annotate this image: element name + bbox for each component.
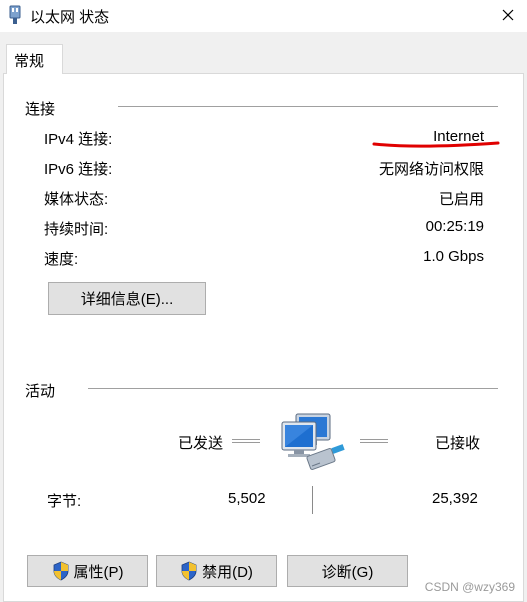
- properties-button-label: 属性(P): [73, 563, 124, 581]
- media-state-value: 已启用: [438, 191, 484, 208]
- bytes-label: 字节:: [47, 493, 82, 510]
- tab-general[interactable]: 常规: [6, 44, 63, 74]
- network-adapter-icon: [9, 5, 21, 24]
- properties-button[interactable]: 属性(P): [27, 555, 148, 587]
- received-label: 已接收: [435, 435, 481, 452]
- connection-group-label: 连接: [25, 101, 56, 118]
- watermark: CSDN @wzy369: [424, 580, 515, 594]
- red-underline-annotation: [372, 141, 500, 148]
- speed-value: 1.0 Gbps: [423, 248, 484, 265]
- sent-label: 已发送: [178, 435, 224, 452]
- received-line: [360, 439, 388, 443]
- media-state-label: 媒体状态:: [44, 191, 109, 208]
- ethernet-status-window: 以太网 状态 常规 连接 IPv4 连接: Internet IPv6 连接: …: [0, 0, 527, 602]
- close-icon[interactable]: [497, 4, 519, 26]
- details-button[interactable]: 详细信息(E)...: [48, 282, 206, 315]
- speed-label: 速度:: [44, 251, 79, 268]
- activity-group-line: [88, 388, 498, 389]
- bytes-received-value: 25,392: [432, 490, 478, 507]
- diagnose-button[interactable]: 诊断(G): [287, 555, 408, 587]
- ipv6-connectivity-label: IPv6 连接:: [44, 161, 113, 178]
- sent-line: [232, 439, 260, 443]
- general-tab-pane: [3, 73, 524, 602]
- disable-button[interactable]: 禁用(D): [156, 555, 277, 587]
- window-title: 以太网 状态: [30, 9, 110, 26]
- activity-group-label: 活动: [25, 383, 56, 400]
- bytes-divider: [312, 486, 313, 514]
- bytes-sent-value: 5,502: [228, 490, 266, 507]
- ipv4-connectivity-label: IPv4 连接:: [44, 131, 113, 148]
- duration-label: 持续时间:: [44, 221, 109, 238]
- network-computers-icon: [281, 413, 345, 470]
- ipv6-connectivity-value: 无网络访问权限: [378, 161, 484, 178]
- uac-shield-icon: [53, 561, 68, 581]
- duration-value: 00:25:19: [425, 218, 484, 235]
- connection-group-line: [118, 106, 498, 107]
- dialog-body: 常规: [0, 32, 527, 602]
- disable-button-label: 禁用(D): [202, 563, 253, 581]
- title-bar: 以太网 状态: [0, 0, 527, 32]
- uac-shield-icon: [181, 561, 197, 581]
